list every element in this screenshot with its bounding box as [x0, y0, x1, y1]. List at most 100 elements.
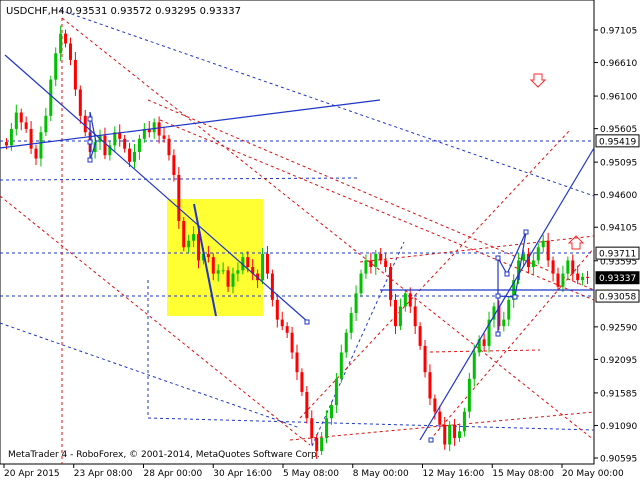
wave-marker: [495, 255, 501, 261]
y-tick-label: 0.94105: [600, 224, 637, 234]
candle-body: [458, 431, 462, 438]
candle-body: [275, 299, 279, 320]
price-axis: 0.97105 0.96610 0.96100 0.95605 0.95095 0.946…: [594, 27, 637, 465]
candle-body: [576, 273, 580, 281]
candle-body: [290, 332, 294, 353]
candle-body: [300, 372, 304, 392]
candle-body: [167, 138, 171, 156]
candle-body: [329, 405, 333, 419]
candle-body: [556, 273, 560, 287]
wave-marker: [87, 116, 93, 122]
plot-area: [0, 0, 595, 465]
candle-body: [581, 276, 585, 281]
price-label-text: 0.93711: [599, 250, 636, 260]
candle-body: [393, 299, 397, 327]
candle-body: [221, 270, 225, 272]
candle-body: [123, 138, 127, 149]
candle-body: [305, 391, 309, 419]
wave-marker: [495, 331, 501, 337]
candle-body: [364, 260, 368, 274]
chart-footer-copyright: MetaTrader 4 - RoboForex, © 2001-2014, M…: [8, 450, 320, 460]
candle-body: [369, 260, 373, 268]
candle-body: [339, 352, 343, 379]
x-tick-label: 20 Apr 2015: [4, 469, 60, 479]
candle-body: [261, 253, 265, 281]
x-tick-label: 28 Apr 00:00: [144, 469, 203, 479]
candle-body: [132, 151, 136, 162]
wave-marker: [523, 229, 529, 235]
candle-body: [374, 253, 378, 268]
candle-body: [334, 378, 338, 406]
candle-body: [103, 135, 107, 156]
candle-body: [285, 326, 289, 333]
candle-body: [384, 260, 388, 268]
chart-header-symbol: USDCHF,H4: [6, 6, 65, 17]
candle-body: [536, 247, 540, 261]
y-tick-label: 0.94600: [600, 191, 637, 201]
y-tick-label: 0.97105: [600, 27, 637, 37]
candle-body: [359, 273, 363, 294]
candle-body: [502, 319, 506, 327]
y-tick-label: 0.96100: [600, 93, 637, 103]
candle-body: [34, 148, 38, 159]
x-tick-label: 8 May 00:00: [353, 469, 409, 479]
candle-body: [4, 142, 8, 146]
candle-body: [428, 372, 432, 399]
wave-marker: [87, 139, 93, 145]
candle-body: [482, 339, 486, 346]
candle-body: [211, 257, 215, 274]
candle-body: [344, 332, 348, 353]
candle-body: [78, 89, 82, 116]
candle-body: [433, 398, 437, 412]
candle-body: [453, 424, 457, 438]
wave-marker: [428, 437, 434, 443]
candle-body: [398, 306, 402, 327]
y-tick-label: 0.95605: [600, 125, 637, 135]
candle-body: [187, 240, 191, 248]
candle-body: [467, 378, 471, 412]
candle-body: [206, 253, 210, 258]
candle-body: [295, 352, 299, 373]
candle-body: [128, 148, 132, 162]
x-tick-label: 30 Apr 16:00: [213, 469, 272, 479]
candle-body: [551, 260, 555, 274]
wave-marker: [304, 319, 310, 325]
time-axis: 20 Apr 2015 23 Apr 08:00 28 Apr 00:00 30 Ap…: [3, 464, 624, 479]
x-tick-label: 23 Apr 08:00: [74, 469, 133, 479]
y-tick-label: 0.90595: [600, 455, 637, 465]
candle-body: [408, 293, 412, 307]
y-tick-label: 0.92590: [600, 323, 637, 333]
candle-body: [236, 270, 240, 274]
candle-body: [226, 270, 230, 287]
x-tick-label: 15 May 08:00: [492, 469, 554, 479]
x-tick-label: 12 May 16:00: [423, 469, 485, 479]
candle-body: [418, 326, 422, 346]
candle-body: [265, 253, 269, 274]
candle-body: [246, 257, 250, 268]
candle-body: [462, 411, 466, 432]
x-tick-label: 5 May 08:00: [283, 469, 339, 479]
candle-body: [29, 128, 33, 149]
candle-body: [443, 424, 447, 445]
y-tick-label: 0.91090: [600, 422, 637, 432]
price-label-text: 0.95419: [599, 137, 636, 147]
candle-body: [157, 122, 161, 136]
candle-body: [19, 112, 23, 123]
candle-body: [354, 293, 358, 314]
candle-body: [192, 234, 196, 241]
candle-body: [270, 273, 274, 300]
candle-body: [320, 437, 324, 452]
candle-body: [423, 345, 427, 373]
x-tick-label: 20 May 00:00: [562, 469, 624, 479]
candle-body: [197, 234, 201, 261]
candle-body: [586, 276, 590, 278]
candle-body: [349, 313, 353, 333]
candle-body: [325, 418, 329, 438]
wave-marker: [495, 293, 501, 299]
candle-body: [379, 253, 383, 261]
candle-body: [280, 319, 284, 327]
candle-body: [152, 122, 156, 133]
candle-body: [310, 418, 314, 438]
price-chart[interactable]: USDCHF,H4 0.93531 0.93572 0.93295 0.9333…: [0, 0, 640, 480]
candle-body: [541, 240, 545, 248]
